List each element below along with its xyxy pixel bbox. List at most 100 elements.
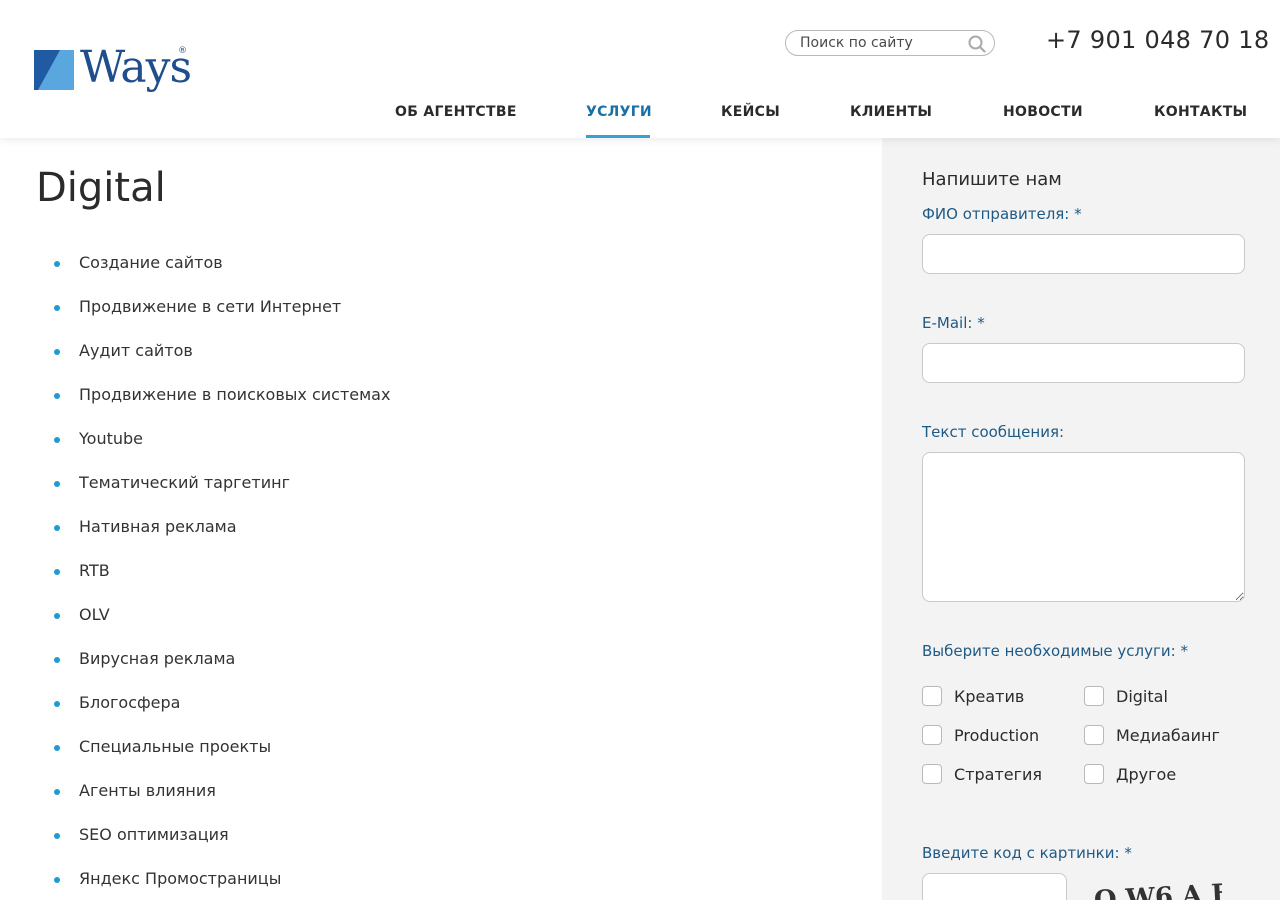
list-item[interactable]: Нативная реклама — [54, 514, 390, 558]
list-item-label: Яндекс Промостраницы — [79, 869, 282, 888]
list-item-label: Youtube — [79, 429, 143, 448]
list-item-label: SEO оптимизация — [79, 825, 229, 844]
list-item[interactable]: RTB — [54, 558, 390, 602]
list-item[interactable]: Аудит сайтов — [54, 338, 390, 382]
list-item[interactable]: Youtube — [54, 426, 390, 470]
list-item[interactable]: Тематический таргетинг — [54, 470, 390, 514]
bullet-dot — [54, 833, 60, 839]
search-icon[interactable] — [968, 35, 986, 53]
services-field-label: Выберите необходимые услуги: * — [922, 642, 1188, 660]
checkbox-label: Production — [954, 725, 1040, 745]
list-item-label: OLV — [79, 605, 110, 624]
list-item[interactable]: Создание сайтов — [54, 250, 390, 294]
list-item-label: Продвижение в поисковых системах — [79, 385, 391, 404]
required-mark: * — [977, 314, 985, 332]
logo-registered-mark: ® — [178, 46, 187, 56]
email-field-label: E-Mail: * — [922, 314, 985, 332]
nav-item-news[interactable]: Новости — [1003, 104, 1083, 120]
bullet-dot — [54, 305, 60, 311]
checkbox-box[interactable] — [922, 725, 942, 745]
nav-item-contacts[interactable]: Контакты — [1154, 104, 1247, 120]
checkbox-creative[interactable]: Креатив — [922, 686, 1024, 706]
main-nav: Об агентстве Услуги Кейсы Клиенты Новост… — [395, 104, 1247, 138]
captcha-field-label: Введите код с картинки: * — [922, 844, 1132, 862]
bullet-dot — [54, 657, 60, 663]
list-item-label: RTB — [79, 561, 110, 580]
checkbox-production[interactable]: Production — [922, 725, 1039, 745]
site-header: Ways ® +7 901 048 70 18 Об агентстве Усл… — [0, 0, 1280, 138]
form-title: Напишите нам — [922, 169, 1062, 190]
captcha-field[interactable] — [922, 873, 1067, 900]
list-item-label: Тематический таргетинг — [79, 473, 290, 492]
list-item[interactable]: Специальные проекты — [54, 734, 390, 778]
page-title: Digital — [36, 165, 166, 211]
list-item-label: Вирусная реклама — [79, 649, 236, 668]
bullet-dot — [54, 569, 60, 575]
list-item-label: Создание сайтов — [79, 253, 223, 272]
checkbox-digital[interactable]: Digital — [1084, 686, 1168, 706]
list-item[interactable]: OLV — [54, 602, 390, 646]
checkbox-box[interactable] — [1084, 686, 1104, 706]
list-item[interactable]: Агенты влияния — [54, 778, 390, 822]
captcha-text: Q W6 A E — [1093, 879, 1222, 900]
list-item[interactable]: Продвижение в поисковых системах — [54, 382, 390, 426]
checkbox-label: Креатив — [954, 686, 1025, 706]
bullet-dot — [54, 877, 60, 883]
checkbox-label: Digital — [1116, 686, 1168, 706]
bullet-dot — [54, 437, 60, 443]
contact-form-sidebar: Напишите нам ФИО отправителя: * E-Mail: … — [882, 138, 1280, 900]
search-box — [785, 30, 995, 56]
list-item[interactable]: SEO оптимизация — [54, 822, 390, 866]
bullet-dot — [54, 745, 60, 751]
search-input[interactable] — [800, 34, 960, 52]
bullet-dot — [54, 261, 60, 267]
nav-item-clients[interactable]: Клиенты — [850, 104, 932, 120]
checkbox-box[interactable] — [922, 764, 942, 784]
checkbox-label: Медиабаинг — [1116, 725, 1220, 745]
bullet-dot — [54, 525, 60, 531]
bullet-dot — [54, 789, 60, 795]
checkbox-strategy[interactable]: Стратегия — [922, 764, 1042, 784]
list-item-label: Блогосфера — [79, 693, 181, 712]
list-item[interactable]: Продвижение в сети Интернет — [54, 294, 390, 338]
bullet-dot — [54, 613, 60, 619]
list-item[interactable]: Блогосфера — [54, 690, 390, 734]
email-label-text: E-Mail: — [922, 314, 973, 332]
captcha-label-text: Введите код с картинки: — [922, 844, 1120, 862]
checkbox-box[interactable] — [1084, 764, 1104, 784]
list-item-label: Продвижение в сети Интернет — [79, 297, 342, 316]
list-item-label: Нативная реклама — [79, 517, 237, 536]
checkbox-mediabuying[interactable]: Медиабаинг — [1084, 725, 1220, 745]
required-mark: * — [1180, 642, 1188, 660]
logo-mark-icon — [34, 50, 74, 90]
checkbox-label: Стратегия — [954, 764, 1043, 784]
list-item-label: Аудит сайтов — [79, 341, 193, 360]
bullet-dot — [54, 701, 60, 707]
message-label-text: Текст сообщения: — [922, 423, 1065, 441]
phone-number[interactable]: +7 901 048 70 18 — [1046, 26, 1269, 54]
logo-text: Ways — [80, 42, 192, 93]
message-field-label: Текст сообщения: — [922, 423, 1064, 441]
message-field[interactable] — [922, 452, 1245, 602]
name-field-label: ФИО отправителя: * — [922, 205, 1082, 223]
services-list: Создание сайтов Продвижение в сети Интер… — [54, 250, 390, 900]
checkbox-box[interactable] — [1084, 725, 1104, 745]
name-label-text: ФИО отправителя: — [922, 205, 1070, 223]
nav-item-about[interactable]: Об агентстве — [395, 104, 517, 120]
checkbox-other[interactable]: Другое — [1084, 764, 1176, 784]
services-label-text: Выберите необходимые услуги: — [922, 642, 1176, 660]
required-mark: * — [1074, 205, 1082, 223]
email-field[interactable] — [922, 343, 1245, 383]
name-field[interactable] — [922, 234, 1245, 274]
bullet-dot — [54, 481, 60, 487]
nav-active-indicator — [586, 135, 650, 138]
list-item-label: Агенты влияния — [79, 781, 216, 800]
list-item[interactable]: Вирусная реклама — [54, 646, 390, 690]
nav-item-cases[interactable]: Кейсы — [721, 104, 780, 120]
required-mark: * — [1124, 844, 1132, 862]
checkbox-box[interactable] — [922, 686, 942, 706]
bullet-dot — [54, 349, 60, 355]
ways-logo[interactable]: Ways ® — [34, 42, 194, 106]
list-item[interactable]: Яндекс Промостраницы — [54, 866, 390, 900]
nav-item-services[interactable]: Услуги — [586, 104, 652, 120]
